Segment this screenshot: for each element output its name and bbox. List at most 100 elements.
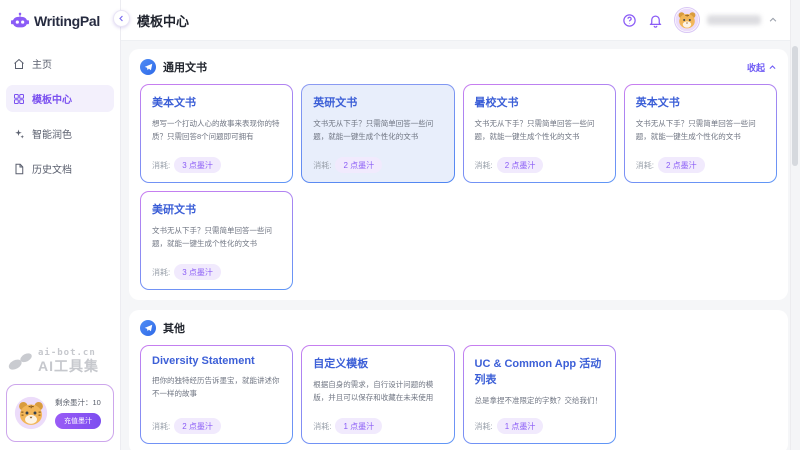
account-info: 剩余墨汁：10 充值墨汁 <box>55 397 101 429</box>
sidebar-item-history-docs[interactable]: 历史文档 <box>6 155 114 182</box>
sparkles-icon <box>13 128 25 140</box>
card-description: 文书无从下手？只需简单回答一些问题，就能一键生成个性化的文书 <box>313 117 442 143</box>
cost-label: 消耗: <box>475 421 493 432</box>
app-logo[interactable]: WritingPal <box>0 0 120 44</box>
tiger-avatar <box>14 396 48 430</box>
bell-icon[interactable] <box>648 13 663 28</box>
collapse-label: 收起 <box>747 61 765 74</box>
card-cost-row: 消耗: 2 点墨汁 <box>313 148 442 173</box>
header: 模板中心 <box>121 0 800 41</box>
cost-badge: 2 点墨汁 <box>658 157 705 173</box>
sidebar: WritingPal 主页 模板中心 智能润色 历史文档 ai-bot.cn A… <box>0 0 121 450</box>
card-description: 根据自身的需求，自行设计问题的模版，并且可以保存和收藏在未来使用 <box>313 378 442 404</box>
ink-balance: 剩余墨汁：10 <box>55 397 101 408</box>
watermark: ai-bot.cn AI工具集 <box>6 349 114 384</box>
sidebar-collapse-button[interactable] <box>113 10 130 27</box>
section-panel: 其他 Diversity Statement 把你的独特经历告诉墨宝，就能讲述你… <box>129 310 788 450</box>
sidebar-item-label: 主页 <box>32 56 52 71</box>
card-title: 英本文书 <box>636 94 765 110</box>
document-icon <box>13 163 25 175</box>
template-card[interactable]: 自定义模板 根据自身的需求，自行设计问题的模版，并且可以保存和收藏在未来使用 消… <box>301 345 454 444</box>
cost-label: 消耗: <box>152 267 170 278</box>
collapse-section-link[interactable]: 收起 <box>747 61 777 74</box>
paper-plane-icon <box>140 320 156 336</box>
content: 通用文书 收起 美本文书 想写一个打动人心的故事来表现你的特质？只需回答8个问题… <box>121 41 800 450</box>
section-title: 其他 <box>163 320 185 336</box>
card-grid: 美本文书 想写一个打动人心的故事来表现你的特质？只需回答8个问题即可拥有 消耗:… <box>140 84 777 290</box>
template-card[interactable]: UC & Common App 活动列表 总是拿捏不准限定的字数？交给我们！ 消… <box>463 345 616 444</box>
card-title: Diversity Statement <box>152 355 281 367</box>
card-title: 暑校文书 <box>475 94 604 110</box>
sidebar-item-home[interactable]: 主页 <box>6 50 114 77</box>
home-icon <box>13 58 25 70</box>
card-title: 英研文书 <box>313 94 442 110</box>
cost-badge: 3 点墨汁 <box>174 157 221 173</box>
sidebar-bottom: ai-bot.cn AI工具集 剩余墨汁：10 充值墨汁 <box>0 343 120 450</box>
app-name: WritingPal <box>34 13 100 29</box>
card-cost-row: 消耗: 2 点墨汁 <box>475 148 604 173</box>
cost-label: 消耗: <box>636 160 654 171</box>
card-cost-row: 消耗: 3 点墨汁 <box>152 148 281 173</box>
card-title: UC & Common App 活动列表 <box>475 355 604 387</box>
section-header: 通用文书 收起 <box>140 59 777 75</box>
writingpal-robot-icon <box>10 11 30 31</box>
sidebar-item-label: 历史文档 <box>32 161 72 176</box>
cost-badge: 3 点墨汁 <box>174 264 221 280</box>
cost-badge: 2 点墨汁 <box>335 157 382 173</box>
card-cost-row: 消耗: 2 点墨汁 <box>152 409 281 434</box>
card-description: 文书无从下手？只需简单回答一些问题，就能一键生成个性化的文书 <box>636 117 765 143</box>
watermark-text: ai-bot.cn AI工具集 <box>38 349 99 374</box>
card-title: 美本文书 <box>152 94 281 110</box>
sidebar-item-smart-polish[interactable]: 智能润色 <box>6 120 114 147</box>
cost-badge: 1 点墨汁 <box>335 418 382 434</box>
card-cost-row: 消耗: 1 点墨汁 <box>313 409 442 434</box>
tiger-avatar <box>674 7 700 33</box>
card-title: 自定义模板 <box>313 355 442 371</box>
template-card[interactable]: 暑校文书 文书无从下手？只需简单回答一些问题，就能一键生成个性化的文书 消耗: … <box>463 84 616 183</box>
paper-plane-icon <box>140 59 156 75</box>
header-actions <box>622 7 778 33</box>
cost-badge: 1 点墨汁 <box>497 418 544 434</box>
template-card[interactable]: 美本文书 想写一个打动人心的故事来表现你的特质？只需回答8个问题即可拥有 消耗:… <box>140 84 293 183</box>
template-card[interactable]: Diversity Statement 把你的独特经历告诉墨宝，就能讲述你不一样… <box>140 345 293 444</box>
sidebar-item-label: 智能润色 <box>32 126 72 141</box>
template-card[interactable]: 美研文书 文书无从下手？只需简单回答一些问题，就能一键生成个性化的文书 消耗: … <box>140 191 293 290</box>
sidebar-item-template-center[interactable]: 模板中心 <box>6 85 114 112</box>
card-grid: Diversity Statement 把你的独特经历告诉墨宝，就能讲述你不一样… <box>140 345 777 444</box>
cost-label: 消耗: <box>313 421 331 432</box>
cost-label: 消耗: <box>475 160 493 171</box>
app-root: WritingPal 主页 模板中心 智能润色 历史文档 ai-bot.cn A… <box>0 0 800 450</box>
template-card[interactable]: 英研文书 文书无从下手？只需简单回答一些问题，就能一键生成个性化的文书 消耗: … <box>301 84 454 183</box>
page-title: 模板中心 <box>137 11 189 30</box>
section-panel: 通用文书 收起 美本文书 想写一个打动人心的故事来表现你的特质？只需回答8个问题… <box>129 49 788 300</box>
template-card[interactable]: 英本文书 文书无从下手？只需简单回答一些问题，就能一键生成个性化的文书 消耗: … <box>624 84 777 183</box>
card-cost-row: 消耗: 1 点墨汁 <box>475 409 604 434</box>
user-name-blurred <box>707 15 761 25</box>
card-description: 把你的独特经历告诉墨宝，就能讲述你不一样的故事 <box>152 374 281 400</box>
watermark-line2: AI工具集 <box>38 359 99 374</box>
sidebar-menu: 主页 模板中心 智能润色 历史文档 <box>0 44 120 188</box>
sidebar-item-label: 模板中心 <box>32 91 72 106</box>
card-cost-row: 消耗: 2 点墨汁 <box>636 148 765 173</box>
cost-badge: 2 点墨汁 <box>174 418 221 434</box>
cost-label: 消耗: <box>152 421 170 432</box>
cost-label: 消耗: <box>313 160 331 171</box>
scrollbar[interactable] <box>790 0 800 450</box>
section-title: 通用文书 <box>163 59 207 75</box>
cost-badge: 2 点墨汁 <box>497 157 544 173</box>
card-cost-row: 消耗: 3 点墨汁 <box>152 255 281 280</box>
main-area: 模板中心 <box>121 0 800 450</box>
scrollbar-thumb[interactable] <box>792 46 798 166</box>
card-description: 文书无从下手？只需简单回答一些问题，就能一键生成个性化的文书 <box>152 224 281 250</box>
grid-icon <box>13 93 25 105</box>
card-description: 文书无从下手？只需简单回答一些问题，就能一键生成个性化的文书 <box>475 117 604 143</box>
user-menu[interactable] <box>674 7 778 33</box>
section-header: 其他 <box>140 320 777 336</box>
card-description: 总是拿捏不准限定的字数？交给我们！ <box>475 394 604 407</box>
account-card: 剩余墨汁：10 充值墨汁 <box>6 384 114 442</box>
card-title: 美研文书 <box>152 201 281 217</box>
recharge-button[interactable]: 充值墨汁 <box>55 413 101 429</box>
card-description: 想写一个打动人心的故事来表现你的特质？只需回答8个问题即可拥有 <box>152 117 281 143</box>
ai-bot-logo-icon <box>8 351 34 371</box>
help-icon[interactable] <box>622 13 637 28</box>
